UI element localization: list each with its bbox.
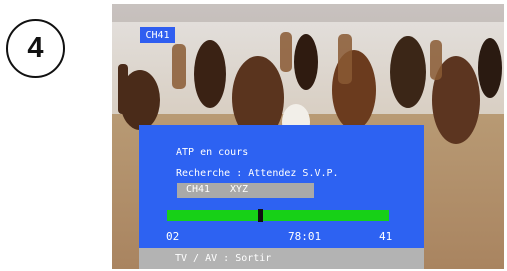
search-progress-bar — [167, 209, 389, 222]
progress-marker — [258, 209, 263, 222]
channel-badge-label: CH41 — [145, 29, 170, 41]
current-channel: CH41 — [186, 184, 211, 195]
auto-tuning-panel: ATP en cours Recherche : Attendez S.V.P.… — [139, 125, 424, 248]
frequency-value: 78:01 — [288, 230, 322, 243]
current-station-name: XYZ — [230, 184, 249, 195]
status-message: Recherche : Attendez S.V.P. — [176, 168, 339, 179]
range-end-value: 41 — [379, 230, 393, 243]
exit-hint: TV / AV : Sortir — [175, 253, 272, 264]
channel-badge: CH41 — [140, 27, 175, 43]
range-start-value: 02 — [166, 230, 180, 243]
panel-title: ATP en cours — [176, 147, 249, 158]
exit-hint-bar: TV / AV : Sortir — [139, 248, 424, 269]
tv-screen: CH41 ATP en cours Recherche : Attendez S… — [112, 4, 504, 269]
current-channel-field: CH41 XYZ — [177, 183, 314, 198]
step-number-badge: 4 — [6, 19, 65, 78]
step-number: 4 — [27, 32, 44, 64]
